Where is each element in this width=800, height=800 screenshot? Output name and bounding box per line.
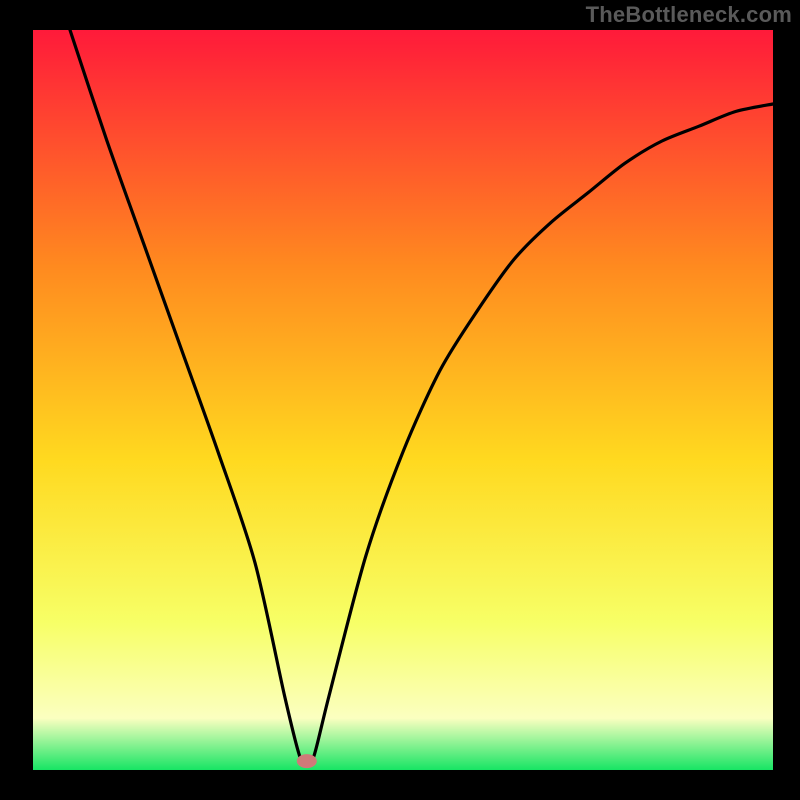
optimal-point-marker [297,754,317,768]
bottleneck-chart [0,0,800,800]
watermark-label: TheBottleneck.com [586,2,792,28]
chart-frame: TheBottleneck.com [0,0,800,800]
